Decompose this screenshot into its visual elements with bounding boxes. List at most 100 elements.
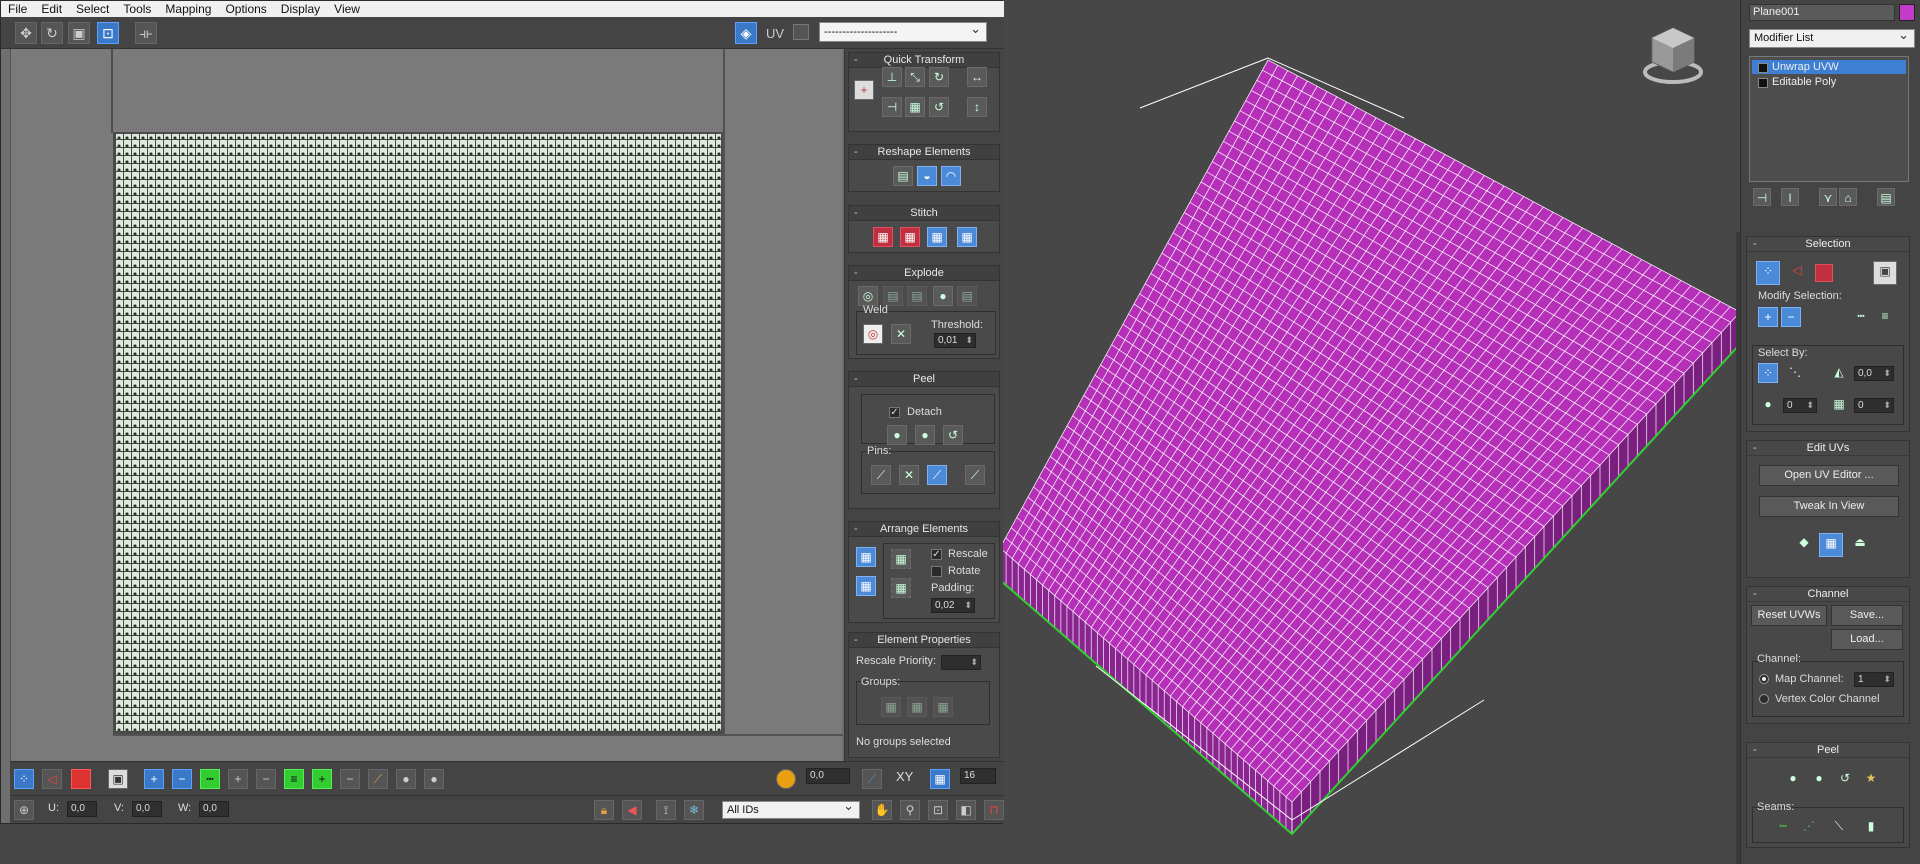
stitch-custom-icon[interactable]: ▦	[957, 227, 977, 247]
ring-grow-icon[interactable]: +	[228, 769, 248, 789]
point-to-point-seams-icon[interactable]: ⋰	[1799, 817, 1819, 837]
v-field[interactable]: 0,0	[132, 801, 162, 817]
vertex-color-radio[interactable]	[1759, 694, 1769, 704]
peel-mode-panel-icon[interactable]: ●	[1809, 769, 1829, 789]
open-uv-editor-button[interactable]: Open UV Editor ...	[1759, 465, 1899, 486]
snap-lock-icon[interactable]: ⊓	[984, 800, 1004, 820]
menu-options[interactable]: Options	[218, 1, 273, 17]
stack-item-unwrap-uvw[interactable]: Unwrap UVW	[1752, 60, 1906, 74]
shrink-selection-icon[interactable]: −	[1781, 307, 1801, 327]
reset-peel-panel-icon[interactable]: ↺	[1835, 769, 1855, 789]
absolute-offset-icon[interactable]: ⊕	[14, 800, 34, 820]
space-v-icon[interactable]: ↕	[967, 97, 987, 117]
zoom-region-icon[interactable]: ⊡	[928, 800, 948, 820]
loop-remove-icon[interactable]: −	[340, 769, 360, 789]
loop-add-icon[interactable]: +	[312, 769, 332, 789]
menu-mapping[interactable]: Mapping	[158, 1, 218, 17]
arrange-title[interactable]: Arrange Elements	[849, 522, 999, 537]
hide-icon[interactable]: ◀	[622, 800, 642, 820]
vertex-select-icon[interactable]: ⁘	[1756, 261, 1780, 285]
element-mode-icon[interactable]: ▣	[108, 769, 128, 789]
rotate-ccw-icon[interactable]: ↺	[929, 97, 949, 117]
ring-shrink-icon[interactable]: −	[256, 769, 276, 789]
planar-align-icon[interactable]: ⏏	[1850, 533, 1870, 553]
object-color-swatch[interactable]	[1899, 4, 1915, 21]
threshold-spinner[interactable]: 0,01	[934, 333, 976, 348]
rotate-checkbox[interactable]	[931, 566, 942, 577]
select-by-edge-icon[interactable]: ⋱	[1785, 363, 1805, 383]
select-by-smgroup-icon[interactable]: ●	[1758, 395, 1778, 415]
show-end-result-icon[interactable]: ǀ	[1781, 188, 1799, 206]
align-diag-icon[interactable]: ⤡	[905, 67, 925, 87]
stack-item-editable-poly[interactable]: Editable Poly	[1752, 75, 1906, 89]
convert-seams-icon[interactable]: ★	[1861, 769, 1881, 789]
zoom-extents-icon[interactable]: ◧	[956, 800, 976, 820]
freeze-icon[interactable]: ⟟	[656, 800, 676, 820]
pack-custom-icon[interactable]: ▦	[891, 549, 911, 569]
tweak-in-view-button[interactable]: Tweak In View	[1759, 496, 1899, 517]
reshape-title[interactable]: Reshape Elements	[849, 145, 999, 160]
selection-title[interactable]: Selection	[1747, 237, 1909, 252]
quick-peel-icon[interactable]: ●	[887, 425, 907, 445]
configure-sets-icon[interactable]: ▤	[1877, 188, 1895, 206]
target-weld-icon[interactable]: ◎	[863, 324, 883, 344]
menu-display[interactable]: Display	[274, 1, 327, 17]
pin-icon[interactable]: ⟋	[871, 465, 891, 485]
weld-selected-icon[interactable]: ✕	[891, 324, 911, 344]
ring-selection-icon[interactable]: ≡	[1875, 307, 1895, 327]
loop-grow-icon[interactable]: ≡	[284, 769, 304, 789]
menu-edit[interactable]: Edit	[34, 1, 69, 17]
detach-checkbox[interactable]: ✓	[889, 407, 900, 418]
grow-icon[interactable]: +	[144, 769, 164, 789]
soft-select-value[interactable]: 0,0	[806, 768, 850, 784]
relax-until-flat-icon[interactable]: ◠	[941, 166, 961, 186]
checker-icon[interactable]: ◈	[735, 22, 757, 44]
peel-title[interactable]: Peel	[849, 372, 999, 387]
shrink-icon[interactable]: −	[172, 769, 192, 789]
id-filter-dropdown[interactable]: All IDs	[722, 798, 860, 819]
element-select-icon[interactable]: ▣	[1873, 261, 1897, 285]
pan-icon[interactable]: ✋	[872, 800, 892, 820]
falloff-icon[interactable]: ⟋	[862, 769, 882, 789]
align-icon[interactable]: ⊥	[882, 67, 902, 87]
menu-select[interactable]: Select	[69, 1, 116, 17]
snowflake-icon[interactable]: ❄	[684, 800, 704, 820]
quick-transform-title[interactable]: Quick Transform	[849, 53, 999, 68]
reset-uvws-button[interactable]: Reset UVWs	[1751, 605, 1827, 626]
make-unique-icon[interactable]: ⋎	[1819, 188, 1837, 206]
vertex-mode-icon[interactable]: ⁘	[14, 769, 34, 789]
matid-spinner[interactable]: 0	[1854, 398, 1894, 413]
edit-seams-icon[interactable]: ┉	[1773, 817, 1793, 837]
rotate-icon[interactable]: ↻	[41, 22, 63, 44]
reset-peel-icon[interactable]: ↺	[943, 425, 963, 445]
stitch-average-icon[interactable]: ▦	[927, 227, 947, 247]
loop-selection-icon[interactable]: ┅	[1851, 307, 1871, 327]
rescale-checkbox[interactable]: ✓	[931, 549, 942, 560]
group-add-icon[interactable]: ▦	[907, 697, 927, 717]
channel-icon[interactable]	[793, 24, 809, 40]
stitch-source-icon[interactable]: ▦	[873, 227, 893, 247]
relax-icon[interactable]: ◒	[917, 166, 937, 186]
select-by-element-icon[interactable]: ⁘	[1758, 363, 1778, 383]
scale-icon[interactable]: ▣	[68, 22, 90, 44]
pack-recalc-icon[interactable]: ▦	[891, 578, 911, 598]
save-button[interactable]: Save...	[1831, 605, 1903, 626]
edge-mode-icon[interactable]: ◁	[42, 769, 62, 789]
load-button[interactable]: Load...	[1831, 629, 1903, 650]
mirror-icon[interactable]: ⟛	[135, 22, 157, 44]
rescale-priority-spinner[interactable]	[941, 655, 981, 670]
quick-planar-map-icon[interactable]: ▦	[1819, 533, 1843, 557]
quick-peel-panel-icon[interactable]: ●	[1783, 769, 1803, 789]
viewcube-icon[interactable]	[1642, 22, 1704, 88]
modifier-list-dropdown[interactable]: Modifier List	[1749, 26, 1915, 48]
stitch-target-icon[interactable]: ▦	[900, 227, 920, 247]
brush-strength-icon[interactable]: ●	[424, 769, 444, 789]
break-icon[interactable]: ◎	[858, 286, 878, 306]
grid-value[interactable]: 16	[960, 768, 996, 784]
group-select-icon[interactable]: ▦	[881, 697, 901, 717]
angle-spinner[interactable]: 0,0	[1854, 366, 1894, 381]
menu-tools[interactable]: Tools	[116, 1, 158, 17]
menu-file[interactable]: File	[1, 1, 34, 17]
brush-size-icon[interactable]: ●	[396, 769, 416, 789]
uv-grid[interactable]	[113, 132, 723, 734]
